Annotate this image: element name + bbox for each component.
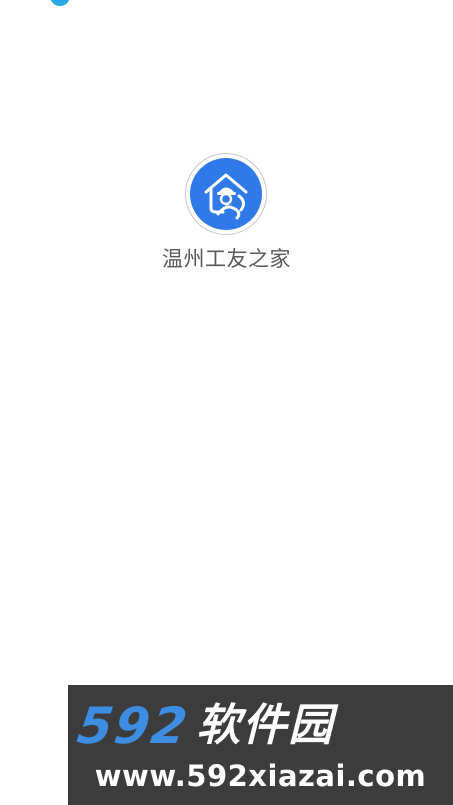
house-worker-glyph	[204, 173, 248, 220]
watermark-brand: 592 软件园	[74, 697, 335, 755]
watermark-brand-text: 软件园	[196, 700, 335, 751]
app-name-label: 温州工友之家	[162, 247, 291, 271]
splash-screen: 温州工友之家 592 软件园 www.592xiazai.com	[0, 0, 453, 805]
status-indicator-icon	[50, 0, 70, 6]
house-worker-icon	[190, 158, 262, 230]
watermark-banner: 592 软件园 www.592xiazai.com	[68, 685, 453, 805]
app-icon-container	[186, 154, 266, 234]
watermark-url: www.592xiazai.com	[94, 759, 427, 793]
watermark-brand-digits: 592	[73, 697, 193, 755]
